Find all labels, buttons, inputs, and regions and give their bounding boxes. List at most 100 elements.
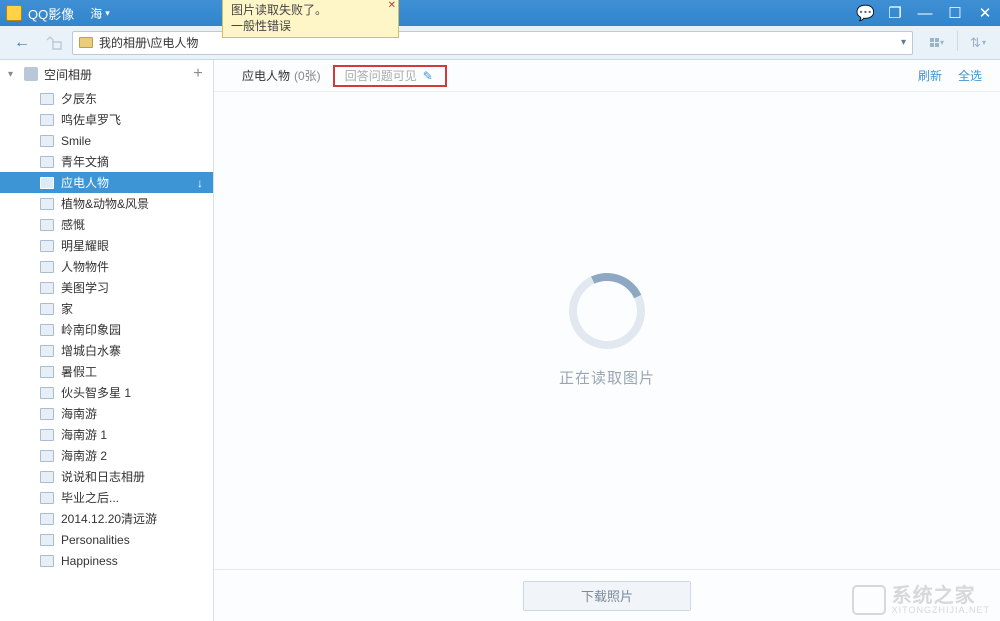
album-icon	[40, 324, 54, 336]
sidebar-item-label: 感慨	[61, 216, 85, 233]
sidebar-item-label: 毕业之后...	[61, 489, 119, 506]
refresh-link[interactable]: 刷新	[918, 67, 942, 84]
album-icon	[40, 555, 54, 567]
sidebar-item-label: 青年文摘	[61, 153, 109, 170]
sidebar-item[interactable]: 家	[0, 298, 213, 319]
album-icon	[40, 93, 54, 105]
sidebar-item[interactable]: Personalities	[0, 529, 213, 550]
navbar: ← 我的相册\应电人物 ▾ ▾ ⇅ ▾	[0, 26, 1000, 60]
tooltip-line2: 一般性错误	[231, 19, 291, 33]
maximize-button[interactable]: ☐	[946, 4, 964, 22]
sidebar-item[interactable]: 海南游 1	[0, 424, 213, 445]
album-icon	[40, 219, 54, 231]
sidebar-item-label: Personalities	[61, 533, 130, 547]
sidebar-item-label: 夕辰东	[61, 90, 97, 107]
sidebar-item[interactable]: 应电人物	[0, 172, 213, 193]
app-title: QQ影像	[28, 4, 74, 23]
album-icon	[40, 282, 54, 294]
sidebar-item[interactable]: 毕业之后...	[0, 487, 213, 508]
user-dropdown[interactable]: 海 ▾	[90, 5, 110, 22]
duplicate-window-icon[interactable]: ❐	[886, 4, 904, 22]
main-header: 应电人物 (0张) 回答问题可见 ✎ 刷新 全选	[214, 60, 1000, 92]
sidebar-item[interactable]: 岭南印象园	[0, 319, 213, 340]
sidebar-item-label: 海南游	[61, 405, 97, 422]
close-button[interactable]: ✕	[976, 4, 994, 22]
sidebar-item[interactable]: 青年文摘	[0, 151, 213, 172]
sidebar-item[interactable]: 暑假工	[0, 361, 213, 382]
album-icon	[40, 450, 54, 462]
titlebar: QQ影像 海 ▾ 💬 ❐ — ☐ ✕ 图片读取失败了。 一般性错误 ✕	[0, 0, 1000, 26]
sidebar-item[interactable]: 说说和日志相册	[0, 466, 213, 487]
select-all-link[interactable]: 全选	[958, 67, 982, 84]
album-icon	[40, 198, 54, 210]
back-button[interactable]: ←	[8, 31, 36, 55]
album-icon	[40, 261, 54, 273]
sidebar-item[interactable]: 植物&动物&风景	[0, 193, 213, 214]
album-title: 应电人物	[242, 67, 290, 84]
sidebar-item[interactable]: 增城白水寨	[0, 340, 213, 361]
loading-area: 正在读取图片	[214, 92, 1000, 569]
error-tooltip: 图片读取失败了。 一般性错误 ✕	[222, 0, 399, 38]
album-icon	[40, 429, 54, 441]
sort-button[interactable]: ⇅ ▾	[964, 31, 992, 55]
view-grid-button[interactable]: ▾	[923, 31, 951, 55]
sidebar-item-label: 海南游 2	[61, 447, 107, 464]
sidebar-item[interactable]: 鸣佐卓罗飞	[0, 109, 213, 130]
album-icon	[40, 534, 54, 546]
sidebar-item[interactable]: 2014.12.20清远游	[0, 508, 213, 529]
sidebar-item[interactable]: 人物物件	[0, 256, 213, 277]
sidebar-item-label: Smile	[61, 134, 91, 148]
sidebar-item[interactable]: 海南游 2	[0, 445, 213, 466]
window-controls: 💬 ❐ — ☐ ✕	[856, 4, 994, 22]
sidebar-item[interactable]: 美图学习	[0, 277, 213, 298]
caret-down-icon: ▾	[105, 8, 110, 19]
album-icon	[40, 156, 54, 168]
sidebar-item[interactable]: 夕辰东	[0, 88, 213, 109]
path-dropdown-icon[interactable]: ▾	[901, 37, 906, 48]
sidebar-item-label: 岭南印象园	[61, 321, 121, 338]
tree-root[interactable]: ▾ 空间相册 +	[0, 60, 213, 88]
sidebar-item[interactable]: Smile	[0, 130, 213, 151]
tooltip-line1: 图片读取失败了。	[231, 3, 327, 17]
album-icon	[40, 387, 54, 399]
sidebar-item[interactable]: Happiness	[0, 550, 213, 571]
folder-icon	[79, 37, 93, 48]
path-text: 我的相册\应电人物	[99, 34, 198, 51]
collapse-icon[interactable]: ▾	[8, 69, 18, 80]
sidebar-item-label: 伙头智多星 1	[61, 384, 131, 401]
download-button[interactable]: 下载照片	[523, 581, 691, 611]
edit-visibility-icon[interactable]: ✎	[423, 69, 433, 83]
album-icon	[40, 114, 54, 126]
album-icon	[40, 408, 54, 420]
feedback-icon[interactable]: 💬	[856, 4, 874, 22]
app-logo-icon	[6, 5, 22, 21]
sidebar-item-label: 应电人物	[61, 174, 109, 191]
main-footer: 下载照片	[214, 569, 1000, 621]
album-icon	[40, 345, 54, 357]
sidebar-item-label: 增城白水寨	[61, 342, 121, 359]
tooltip-close-icon[interactable]: ✕	[388, 0, 396, 14]
sidebar-item[interactable]: 海南游	[0, 403, 213, 424]
user-name: 海	[90, 5, 102, 22]
minimize-button[interactable]: —	[916, 5, 934, 22]
sidebar-item-label: 2014.12.20清远游	[61, 510, 157, 527]
sidebar-item-label: 鸣佐卓罗飞	[61, 111, 121, 128]
up-button[interactable]	[40, 31, 68, 55]
sidebar-item[interactable]: 明星耀眼	[0, 235, 213, 256]
visibility-text: 回答问题可见	[345, 67, 417, 84]
divider	[957, 31, 958, 51]
root-label: 空间相册	[44, 66, 92, 83]
path-input[interactable]: 我的相册\应电人物 ▾	[72, 31, 913, 55]
sidebar-item[interactable]: 感慨	[0, 214, 213, 235]
album-icon	[40, 492, 54, 504]
album-icon	[40, 303, 54, 315]
sidebar-item-label: 植物&动物&风景	[61, 195, 149, 212]
sidebar-item-label: 人物物件	[61, 258, 109, 275]
sidebar-item[interactable]: 伙头智多星 1	[0, 382, 213, 403]
album-icon	[40, 366, 54, 378]
sidebar-item-label: 家	[61, 300, 73, 317]
add-album-button[interactable]: +	[191, 65, 205, 83]
album-icon	[40, 471, 54, 483]
sidebar-item-label: 海南游 1	[61, 426, 107, 443]
root-album-icon	[24, 67, 38, 81]
